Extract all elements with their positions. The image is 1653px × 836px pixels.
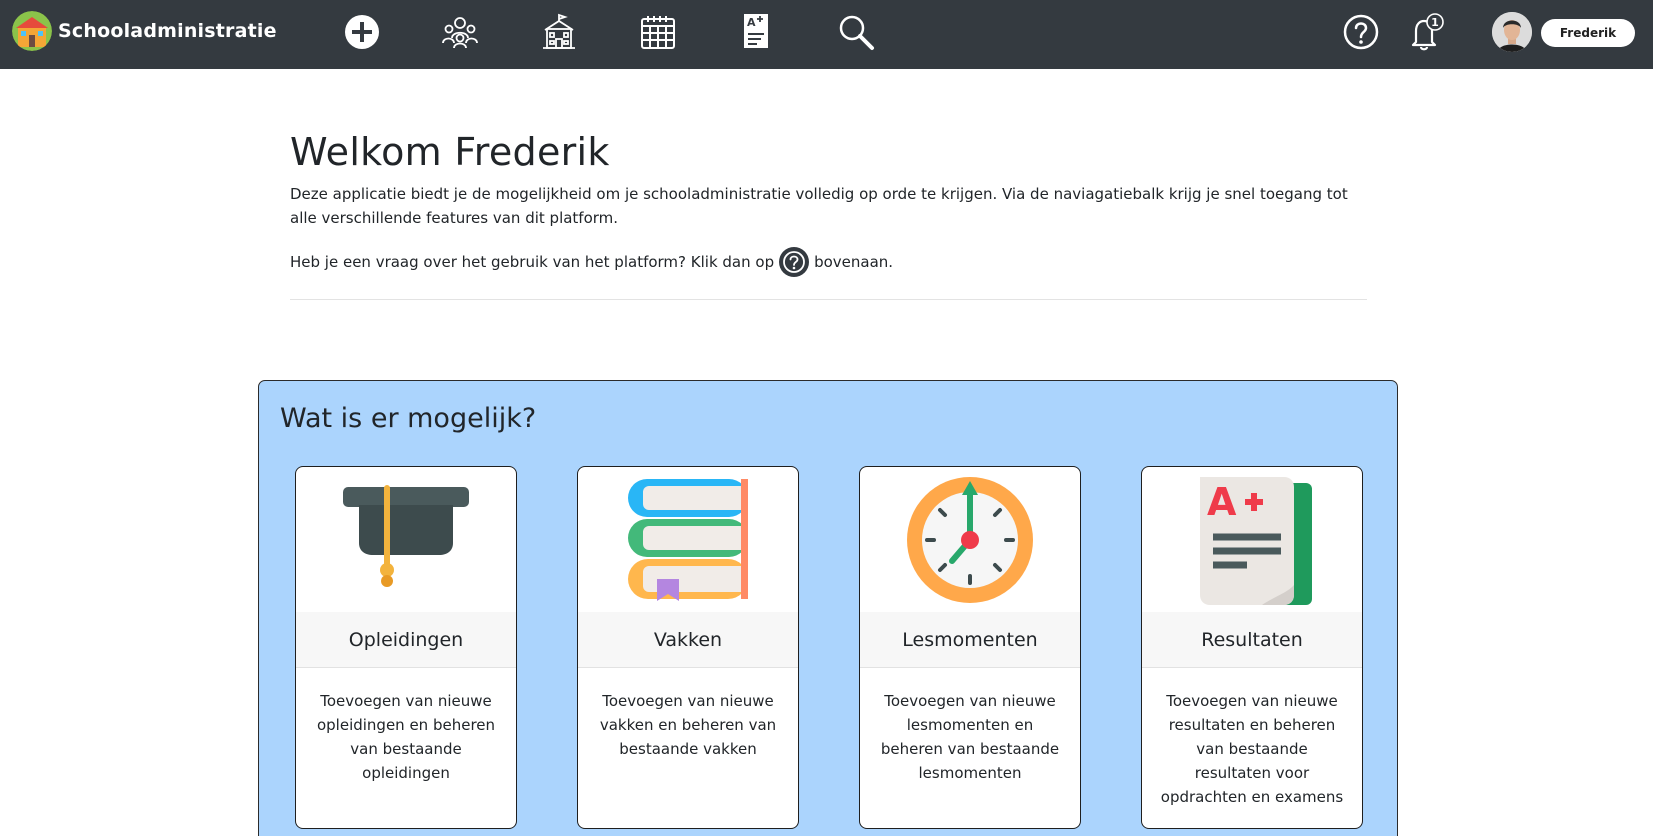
- notifications-bell-icon[interactable]: 1: [1405, 12, 1445, 52]
- school-building-icon[interactable]: [539, 12, 579, 52]
- features-title: Wat is er mogelijk?: [280, 403, 537, 434]
- card-description: Toevoegen van nieuwe opleidingen en behe…: [316, 692, 496, 782]
- top-navbar: Schooladministratie A 1 Frederik: [0, 0, 1653, 69]
- card-image: [296, 467, 516, 612]
- card-resultaten[interactable]: A Resultaten Toevoegen van nieuwe result…: [1141, 466, 1363, 829]
- welcome-intro: Deze applicatie biedt je de mogelijkheid…: [290, 184, 1348, 227]
- svg-text:A: A: [747, 16, 756, 29]
- add-icon[interactable]: [342, 12, 382, 52]
- features-panel: Wat is er mogelijk? Opleidingen Toevoege…: [258, 380, 1398, 836]
- help-hint-before: Heb je een vraag over het gebruik van he…: [290, 252, 775, 271]
- card-description: Toevoegen van nieuwe lesmomenten en behe…: [880, 692, 1060, 782]
- help-hint: Heb je een vraag over het gebruik van he…: [290, 246, 1367, 277]
- welcome-title: Welkom Frederik: [290, 130, 610, 174]
- card-title: Lesmomenten: [860, 612, 1080, 668]
- help-hint-after: bovenaan.: [814, 252, 894, 271]
- welcome-section: Welkom Frederik Deze applicatie biedt je…: [290, 130, 1367, 277]
- help-icon[interactable]: [1341, 12, 1381, 52]
- user-name-button[interactable]: Frederik: [1541, 19, 1635, 47]
- card-lesmomenten[interactable]: Lesmomenten Toevoegen van nieuwe lesmome…: [859, 466, 1081, 829]
- grade-sheet-icon[interactable]: A: [737, 12, 777, 52]
- users-group-icon[interactable]: [440, 12, 480, 52]
- card-image: [578, 467, 798, 612]
- card-opleidingen[interactable]: Opleidingen Toevoegen van nieuwe opleidi…: [295, 466, 517, 829]
- grade-report-icon: A: [1200, 477, 1312, 605]
- school-logo-icon: [12, 11, 52, 51]
- clock-icon: [907, 477, 1033, 603]
- section-divider: [290, 299, 1367, 300]
- help-icon-inline[interactable]: [779, 246, 810, 277]
- search-icon[interactable]: [836, 12, 876, 52]
- user-avatar[interactable]: [1492, 12, 1532, 52]
- calendar-icon[interactable]: [638, 12, 678, 52]
- notification-count: 1: [1431, 16, 1439, 29]
- card-image: A: [1142, 467, 1362, 612]
- card-description: Toevoegen van nieuwe resultaten en beher…: [1160, 692, 1344, 806]
- books-icon: [628, 479, 748, 601]
- brand[interactable]: Schooladministratie: [12, 11, 277, 51]
- app-title: Schooladministratie: [58, 20, 277, 42]
- card-image: [860, 467, 1080, 612]
- card-vakken[interactable]: Vakken Toevoegen van nieuwe vakken en be…: [577, 466, 799, 829]
- card-description: Toevoegen van nieuwe vakken en beheren v…: [599, 692, 777, 758]
- card-title: Opleidingen: [296, 612, 516, 668]
- svg-text:A: A: [1207, 480, 1237, 524]
- card-title: Resultaten: [1142, 612, 1362, 668]
- card-title: Vakken: [578, 612, 798, 668]
- graduation-cap-icon: [343, 485, 469, 587]
